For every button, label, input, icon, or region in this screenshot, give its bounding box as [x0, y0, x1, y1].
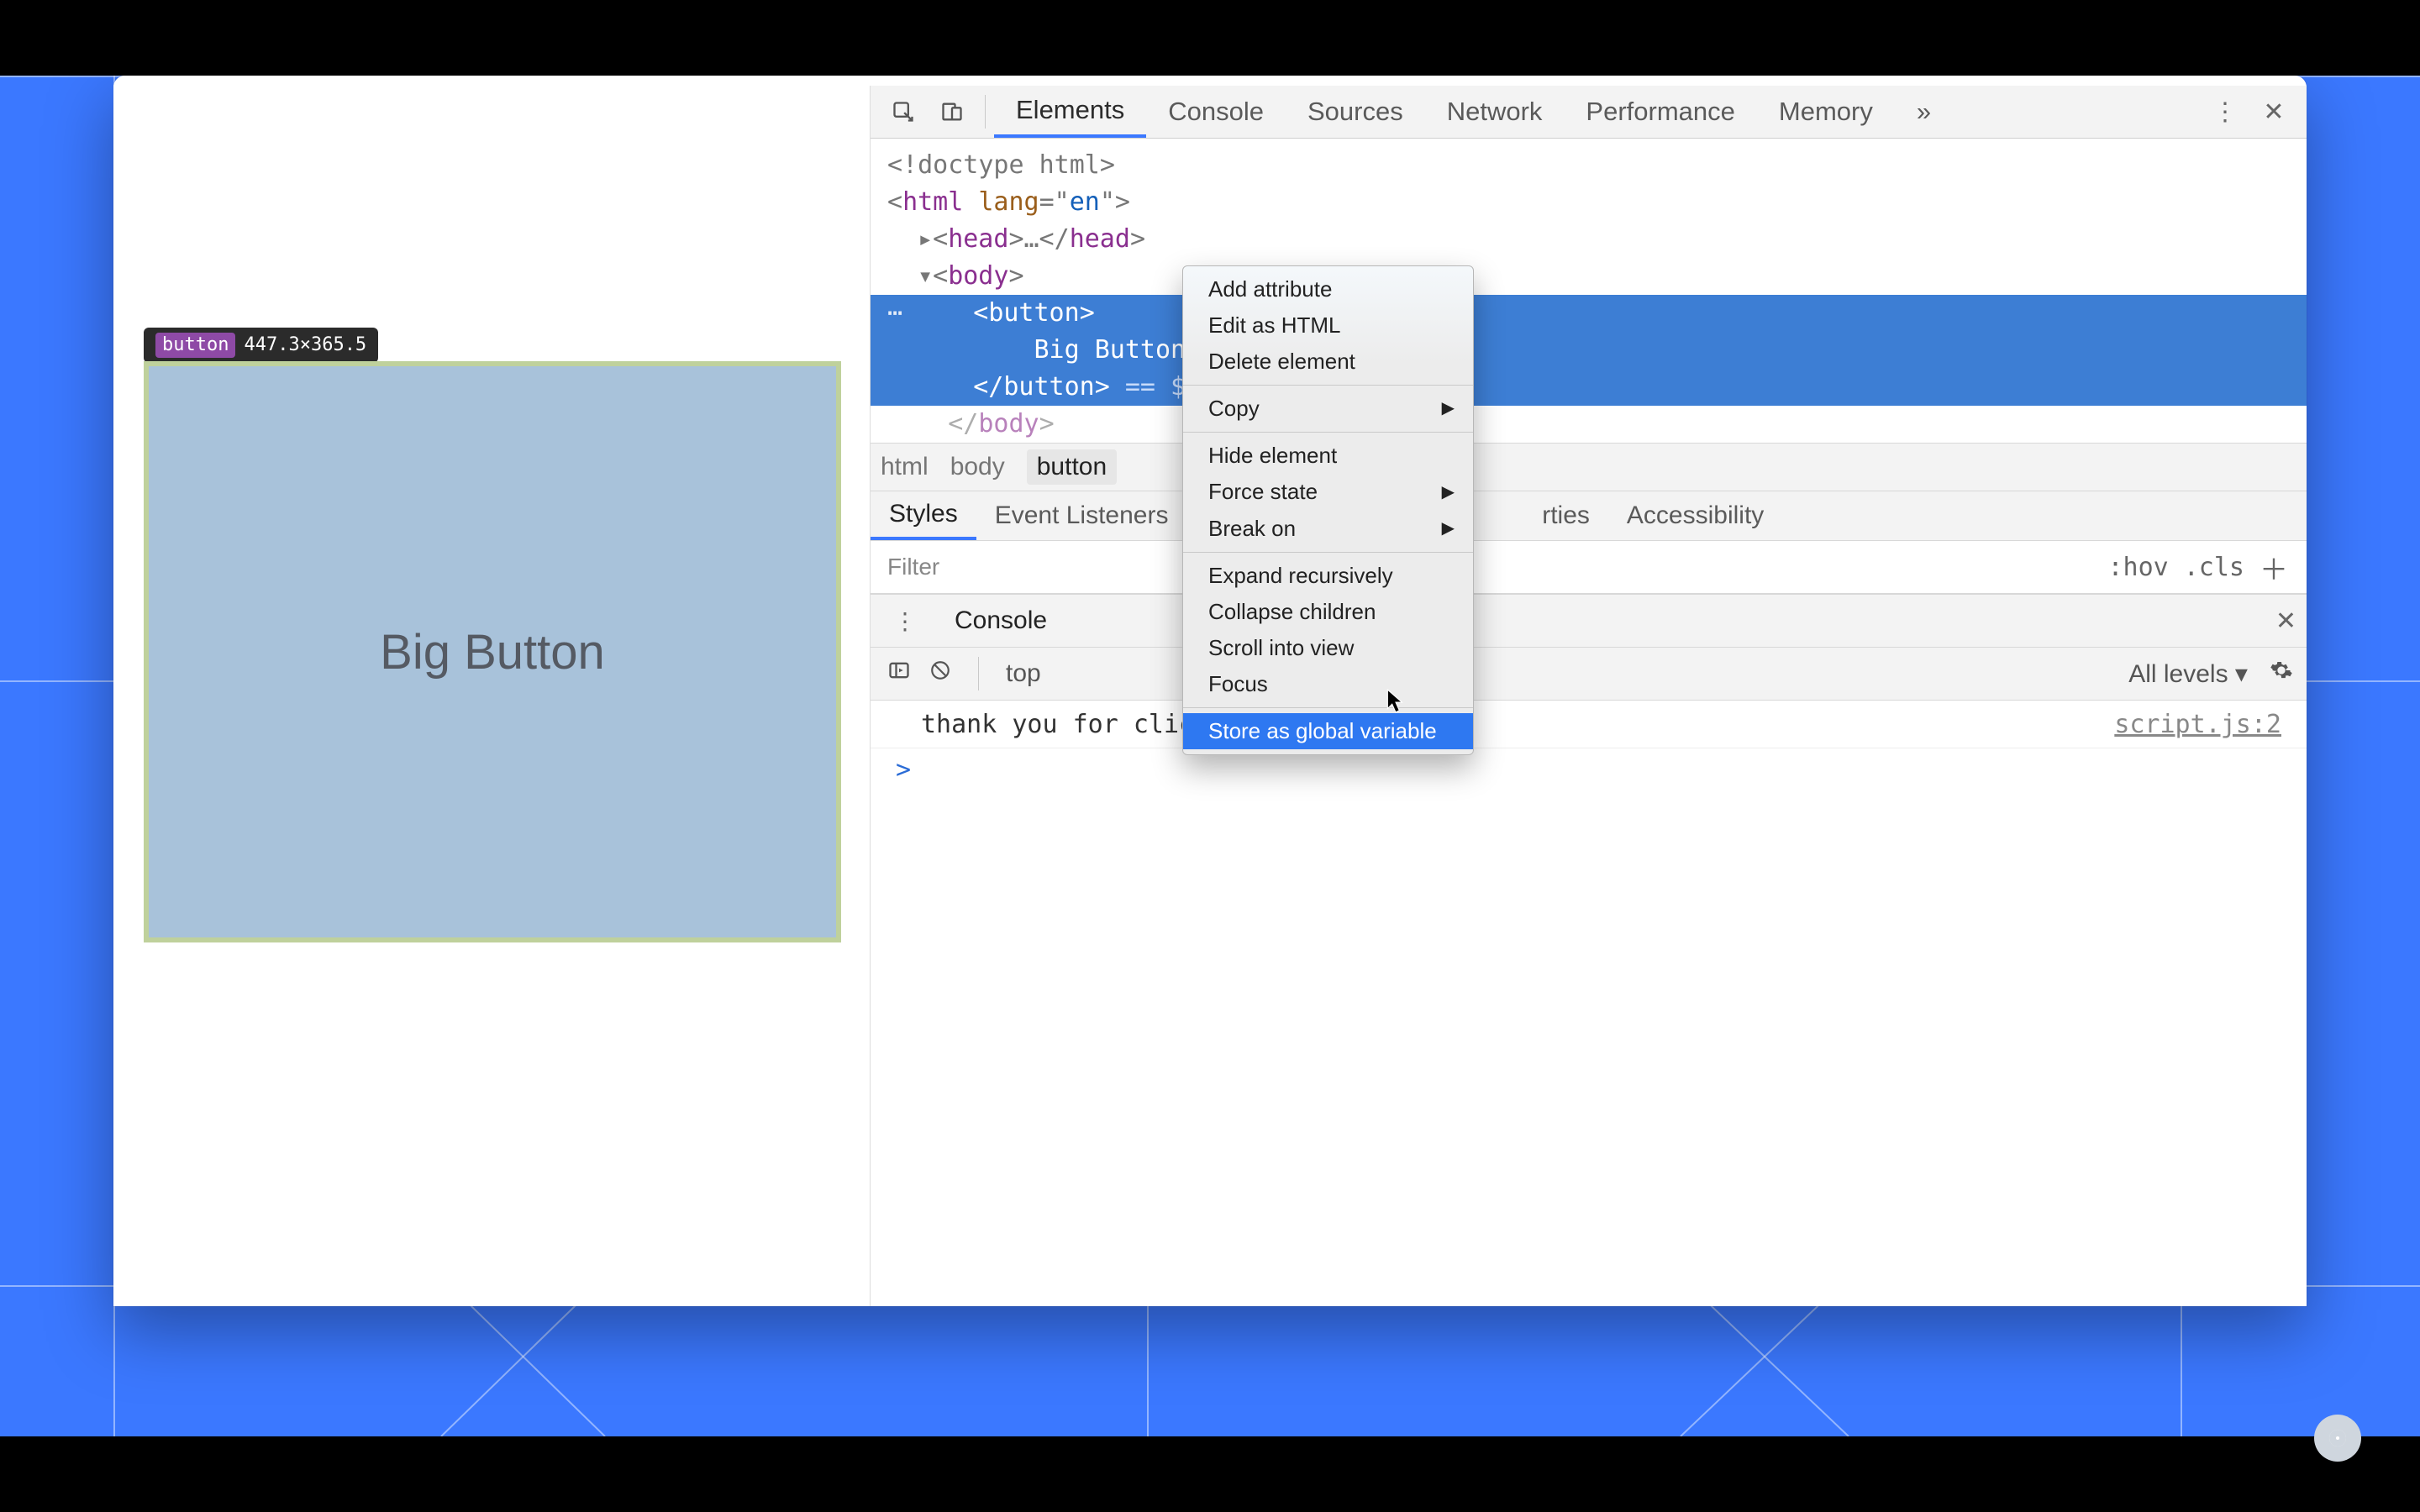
hov-toggle[interactable]: :hov: [2108, 553, 2169, 582]
dom-head-collapsed[interactable]: ▸<head>…</head>: [871, 221, 2307, 258]
tab-network[interactable]: Network: [1425, 86, 1565, 138]
console-prompt[interactable]: >: [871, 748, 2307, 791]
subtab-styles[interactable]: Styles: [871, 491, 976, 540]
ctx-delete-element[interactable]: Delete element: [1183, 344, 1473, 380]
dom-html-open[interactable]: <html lang="en">: [871, 184, 2307, 221]
dom-tree[interactable]: <!doctype html> <html lang="en"> ▸<head>…: [871, 139, 2307, 443]
dom-selected-button-text[interactable]: Big Button: [871, 332, 2307, 369]
new-style-rule-icon[interactable]: ＋: [2260, 547, 2288, 588]
dom-selected-button-open[interactable]: ⋯ <button>: [871, 295, 2307, 332]
letterbox-bottom: [0, 1436, 2420, 1512]
dom-breadcrumbs: html body button: [871, 443, 2307, 491]
devtools-toolbar: Elements Console Sources Network Perform…: [871, 86, 2307, 139]
tab-performance[interactable]: Performance: [1564, 86, 1756, 138]
ctx-separator: [1183, 552, 1473, 553]
element-context-menu: Add attribute Edit as HTML Delete elemen…: [1182, 265, 1474, 755]
dom-body-close[interactable]: </body>: [871, 406, 2307, 443]
console-separator: [978, 657, 979, 690]
console-output: thank you for click script.js:2 >: [871, 701, 2307, 1306]
ctx-expand-recursively[interactable]: Expand recursively: [1183, 558, 1473, 594]
crumb-html[interactable]: html: [881, 453, 929, 481]
clear-console-icon[interactable]: [929, 659, 951, 688]
ctx-break-on[interactable]: Break on▶: [1183, 511, 1473, 547]
element-hover-tooltip: button 447.3×365.5: [144, 328, 378, 363]
console-levels-select[interactable]: All levels ▾: [2128, 659, 2248, 689]
big-button[interactable]: Big Button: [144, 361, 841, 942]
ctx-add-attribute[interactable]: Add attribute: [1183, 271, 1473, 307]
subtab-accessibility[interactable]: Accessibility: [1608, 491, 1782, 540]
ctx-separator: [1183, 385, 1473, 386]
chrome-logo-icon: [2314, 1415, 2361, 1462]
devtools-panel: Elements Console Sources Network Perform…: [870, 86, 2307, 1306]
elements-subtabs: Styles Event Listeners DOM Breakpoints r…: [871, 491, 2307, 541]
subtab-properties[interactable]: rties: [1523, 491, 1608, 540]
styles-filter-bar: Filter :hov .cls ＋: [871, 541, 2307, 594]
styles-filter-input[interactable]: Filter: [887, 554, 939, 580]
dom-selected-button-close[interactable]: </button> == $0: [871, 369, 2307, 406]
submenu-arrow-icon: ▶: [1442, 397, 1455, 420]
big-button-label: Big Button: [380, 624, 605, 680]
submenu-arrow-icon: ▶: [1442, 517, 1455, 540]
ctx-separator: [1183, 432, 1473, 433]
ctx-focus[interactable]: Focus: [1183, 666, 1473, 702]
hover-tag-badge: button: [155, 333, 235, 358]
ctx-force-state[interactable]: Force state▶: [1183, 474, 1473, 510]
tab-elements[interactable]: Elements: [994, 86, 1146, 138]
device-toggle-icon[interactable]: [931, 94, 973, 129]
drawer-title[interactable]: Console: [929, 606, 1072, 635]
inspect-icon[interactable]: [882, 94, 924, 129]
hover-dims: 447.3×365.5: [244, 336, 366, 354]
dom-doctype[interactable]: <!doctype html>: [871, 147, 2307, 184]
drawer-header: ⋮ Console ✕: [871, 594, 2307, 648]
kebab-menu-icon[interactable]: ⋮: [2204, 94, 2246, 129]
ctx-edit-as-html[interactable]: Edit as HTML: [1183, 307, 1473, 344]
dom-body-open[interactable]: ▾<body>: [871, 258, 2307, 295]
ctx-store-as-global[interactable]: Store as global variable: [1183, 713, 1473, 749]
subtab-event-listeners[interactable]: Event Listeners: [976, 491, 1187, 540]
ctx-scroll-into-view[interactable]: Scroll into view: [1183, 630, 1473, 666]
tab-memory[interactable]: Memory: [1757, 86, 1895, 138]
letterbox-top: [0, 0, 2420, 76]
cls-toggle[interactable]: .cls: [2184, 553, 2244, 582]
console-controls: top All levels ▾: [871, 648, 2307, 701]
close-drawer-icon[interactable]: ✕: [2275, 606, 2296, 636]
ctx-collapse-children[interactable]: Collapse children: [1183, 594, 1473, 630]
toolbar-separator: [985, 95, 986, 129]
console-log-line[interactable]: thank you for click script.js:2: [871, 701, 2307, 748]
submenu-arrow-icon: ▶: [1442, 481, 1455, 504]
console-log-source-link[interactable]: script.js:2: [2114, 710, 2281, 739]
crumb-button[interactable]: button: [1027, 449, 1117, 485]
console-sidebar-toggle-icon[interactable]: [887, 659, 911, 689]
close-devtools-icon[interactable]: ✕: [2253, 94, 2295, 129]
ctx-hide-element[interactable]: Hide element: [1183, 438, 1473, 474]
ctx-copy[interactable]: Copy▶: [1183, 391, 1473, 427]
console-settings-icon[interactable]: [2270, 659, 2293, 689]
tab-sources[interactable]: Sources: [1286, 86, 1425, 138]
page-viewport: button 447.3×365.5 Big Button: [113, 76, 870, 1306]
console-log-message: thank you for click: [921, 710, 1209, 739]
crumb-body[interactable]: body: [950, 453, 1005, 481]
drawer-kebab-icon[interactable]: ⋮: [884, 603, 926, 638]
console-context-select[interactable]: top: [1006, 659, 1041, 688]
tabs-overflow[interactable]: »: [1895, 86, 1953, 138]
tab-console[interactable]: Console: [1146, 86, 1286, 138]
ctx-separator: [1183, 707, 1473, 708]
